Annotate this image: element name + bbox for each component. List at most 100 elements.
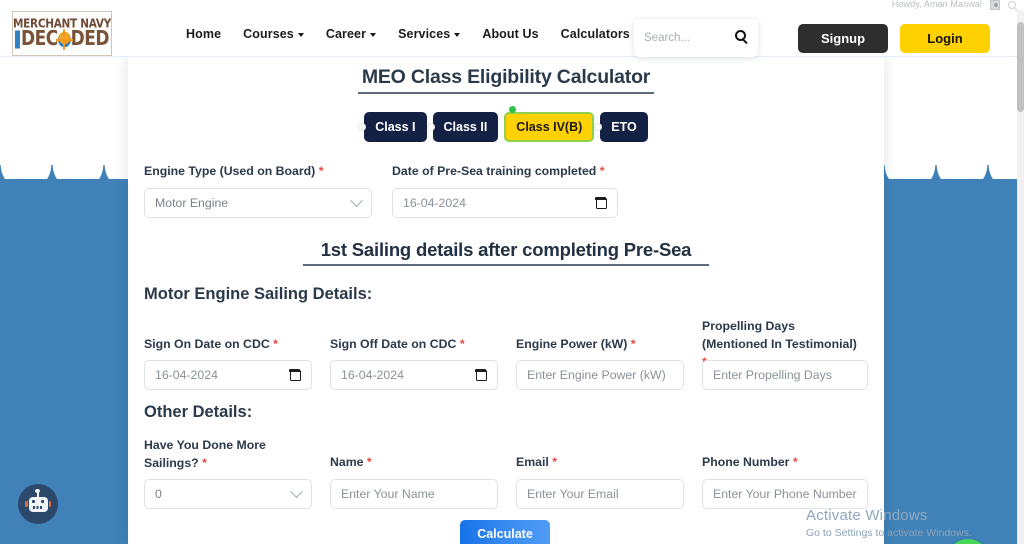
tab-eto[interactable]: ETO (594, 112, 648, 142)
page-body: MEO Class Eligibility Calculator Class I… (0, 57, 1018, 544)
engine-power-placeholder: Enter Engine Power (kW) (527, 368, 666, 382)
logo-line2: DEC DED (14, 26, 110, 51)
engine-type-label-text: Engine Type (Used on Board) (144, 164, 316, 178)
login-button[interactable]: Login (900, 24, 990, 53)
name-input[interactable]: Enter Your Name (330, 479, 498, 509)
name-label-text: Name (330, 455, 364, 469)
logo-prefix: DEC (20, 26, 58, 51)
required-asterisk: * (792, 455, 798, 469)
chevron-down-icon (297, 32, 304, 37)
required-asterisk: * (318, 164, 324, 178)
required-asterisk: * (552, 455, 558, 469)
more-sailings-value: 0 (155, 487, 162, 501)
calculate-button[interactable]: Calculate (460, 520, 550, 544)
chevron-down-icon (290, 484, 303, 498)
phone-placeholder: Enter Your Phone Number (713, 487, 857, 501)
chevron-down-icon (350, 193, 363, 207)
sign-on-date-input[interactable]: 16-04-2024 (144, 360, 312, 390)
nav-item-courses[interactable]: Courses (243, 27, 304, 41)
tab-label-class-iv-b: Class IV(B) (516, 120, 583, 134)
page-scrollbar-thumb[interactable] (1017, 22, 1024, 112)
site-header: MERCHANT NAVY DEC DED Home Courses Caree… (0, 10, 1018, 57)
tab-active-dot-icon (509, 106, 517, 113)
nav-label-career: Career (325, 26, 367, 41)
tab-dot-icon (426, 123, 435, 131)
engine-power-label-text: Engine Power (kW) (516, 337, 628, 351)
tab-label-class-ii: Class II (443, 120, 488, 134)
logo-blue-bar (14, 30, 20, 49)
calendar-icon[interactable] (595, 196, 607, 209)
motor-engine-title: Motor Engine Sailing Details: (144, 285, 373, 303)
admin-search-icon[interactable] (1008, 1, 1016, 9)
nav-item-home[interactable]: Home (186, 27, 221, 41)
email-placeholder: Enter Your Email (527, 487, 619, 501)
signup-button[interactable]: Signup (798, 24, 888, 53)
presea-date-label: Date of Pre-Sea training completed * (392, 162, 605, 180)
tab-label-class-i: Class I (375, 120, 416, 134)
required-asterisk: * (202, 456, 207, 470)
search-box[interactable] (634, 19, 758, 57)
required-asterisk: * (459, 337, 465, 351)
other-details-title: Other Details: (144, 403, 253, 421)
sailing-section-title: 1st Sailing details after completing Pre… (320, 239, 692, 260)
sailing-section-underline (303, 264, 709, 266)
more-sailings-select[interactable]: 0 (144, 479, 312, 509)
tab-class-ii[interactable]: Class II (426, 112, 499, 142)
robot-eye-right (41, 499, 44, 503)
logo-suffix: DED (70, 26, 110, 51)
propelling-days-input[interactable]: Enter Propelling Days (702, 360, 868, 390)
page-root: Howdy, Aman Manwal MERCHANT NAVY DEC DED… (0, 0, 1024, 544)
email-label-text: Email (516, 455, 549, 469)
phone-input[interactable]: Enter Your Phone Number (702, 479, 868, 509)
tab-dot-icon (358, 123, 367, 131)
nav-label-courses: Courses (243, 26, 294, 41)
sign-off-label: Sign Off Date on CDC * (330, 335, 465, 353)
name-placeholder: Enter Your Name (341, 487, 435, 501)
presea-date-input[interactable]: 16-04-2024 (392, 188, 618, 218)
search-icon[interactable] (735, 30, 746, 41)
robot-icon (25, 488, 51, 512)
tab-class-iv-b[interactable]: Class IV(B) (504, 106, 595, 142)
tab-dot-icon (594, 123, 603, 131)
propelling-days-placeholder: Enter Propelling Days (713, 368, 832, 382)
chatbot-button[interactable] (18, 484, 58, 524)
nav-item-services[interactable]: Services (398, 26, 461, 41)
search-input[interactable] (644, 32, 722, 44)
more-sailings-label: Have You Done More Sailings? * (144, 436, 274, 472)
required-asterisk: * (599, 164, 605, 178)
nav-item-about-us[interactable]: About Us (482, 27, 538, 41)
presea-date-value: 16-04-2024 (403, 196, 466, 210)
propelling-days-label-text: Propelling Days (Mentioned In Testimonia… (702, 319, 857, 351)
chevron-down-icon (454, 32, 461, 37)
nav-item-career[interactable]: Career (325, 26, 377, 41)
nav-item-calculators[interactable]: Calculators (561, 27, 640, 41)
email-input[interactable]: Enter Your Email (516, 479, 684, 509)
sign-on-date-value: 16-04-2024 (155, 368, 218, 382)
nav-label-calculators: Calculators (560, 26, 630, 41)
engine-type-select[interactable]: Motor Engine (144, 188, 372, 218)
site-logo[interactable]: MERCHANT NAVY DEC DED (12, 11, 112, 56)
nav-label-about-us: About Us (482, 26, 539, 41)
sign-off-date-value: 16-04-2024 (341, 368, 404, 382)
engine-type-value: Motor Engine (155, 196, 229, 210)
robot-ear-left (25, 500, 28, 507)
calendar-icon[interactable] (475, 368, 487, 381)
user-avatar-icon[interactable] (990, 0, 1000, 10)
engine-power-input[interactable]: Enter Engine Power (kW) (516, 360, 684, 390)
page-title: MEO Class Eligibility Calculator (361, 66, 651, 88)
presea-date-label-text: Date of Pre-Sea training completed (392, 164, 597, 178)
robot-ear-right (48, 500, 51, 507)
sign-on-label: Sign On Date on CDC * (144, 335, 278, 353)
email-label: Email * (516, 453, 557, 471)
required-asterisk: * (366, 455, 372, 469)
sign-off-date-input[interactable]: 16-04-2024 (330, 360, 498, 390)
nav-label-services: Services (398, 26, 451, 41)
tab-label-eto: ETO (611, 120, 637, 134)
admin-howdy-text[interactable]: Howdy, Aman Manwal (892, 0, 982, 9)
chevron-down-icon (370, 32, 377, 37)
robot-mouth (32, 506, 44, 509)
page-title-underline (358, 92, 654, 94)
tab-class-i[interactable]: Class I (358, 112, 427, 142)
engine-type-label: Engine Type (Used on Board) * (144, 162, 323, 180)
calendar-icon[interactable] (289, 368, 301, 381)
